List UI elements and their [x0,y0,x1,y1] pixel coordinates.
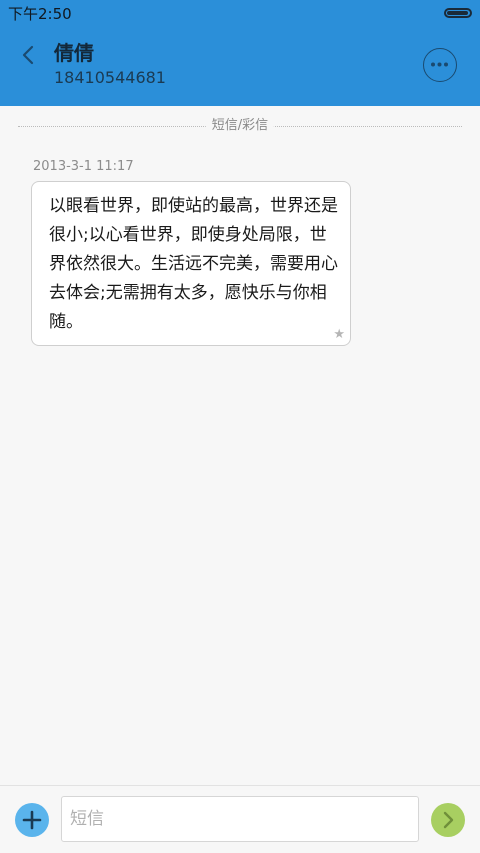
status-bar: 下午2:50 [0,0,480,28]
divider-label: 短信/彩信 [205,117,275,135]
more-horizontal-icon [431,62,448,67]
message-input[interactable] [61,796,419,842]
add-attachment-button[interactable] [15,803,49,837]
status-time: 下午2:50 [8,5,72,23]
conversation-header: 倩倩 18410544681 [0,28,480,106]
messaging-screen: 下午2:50 倩倩 18410544681 短信/彩信 2013-3-1 11:… [0,0,480,853]
contact-name: 倩倩 [54,41,94,65]
battery-icon [444,8,472,18]
battery-level [447,11,468,15]
message-type-divider: 短信/彩信 [18,116,462,136]
composer-bar [0,785,480,853]
star-icon: ★ [333,327,345,342]
message-text: 以眼看世界，即使站的最高，世界还是很小;以心看世界，即使身处局限，世界依然很大。… [49,196,338,332]
chevron-right-icon [443,811,454,829]
plus-icon [22,810,42,830]
chevron-left-icon [22,45,34,65]
message-bubble[interactable]: 以眼看世界，即使站的最高，世界还是很小;以心看世界，即使身处局限，世界依然很大。… [31,181,351,346]
send-button[interactable] [431,803,465,837]
message-timestamp: 2013-3-1 11:17 [33,159,134,174]
more-options-button[interactable] [423,48,457,82]
back-button[interactable] [14,40,44,70]
contact-number: 18410544681 [54,68,166,87]
